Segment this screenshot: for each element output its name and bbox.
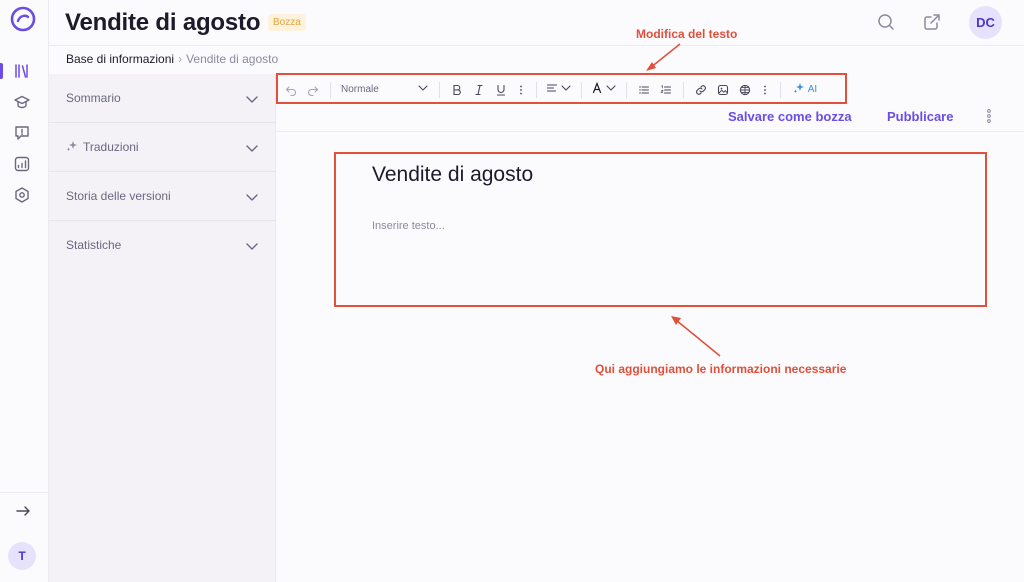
rail-active-indicator [0,63,3,79]
sidebar-item-sommario[interactable]: Sommario [49,74,276,123]
sidebar-item-traduzioni[interactable]: Traduzioni [49,123,276,172]
app-logo-icon[interactable] [10,6,36,32]
settings-hexagon-icon[interactable] [13,186,31,204]
chevron-down-icon [245,190,259,204]
graduation-cap-icon[interactable] [13,93,31,111]
chevron-down-icon [245,239,259,253]
page-title: Vendite di agosto [65,9,261,36]
sidebar-item-label: Traduzioni [83,140,139,154]
analytics-icon[interactable] [13,155,31,173]
toolbar-divider-line [276,131,1024,132]
toolbar-annotation-label: Modifica del testo [636,27,738,41]
publish-button[interactable]: Pubblicare [887,109,953,124]
profile-avatar[interactable]: DC [969,6,1002,39]
editor-highlight-box [334,152,987,307]
rail-divider [0,492,49,493]
chevron-down-icon [245,141,259,155]
search-icon[interactable] [876,12,896,32]
sidebar-item-statistiche[interactable]: Statistiche [49,221,276,270]
external-link-icon[interactable] [922,12,942,32]
expand-arrow-icon[interactable] [14,502,32,520]
message-alert-icon[interactable] [13,124,31,142]
user-avatar[interactable]: T [8,542,36,570]
breadcrumb: Base di informazioni › Vendite di agosto [66,52,278,66]
save-draft-button[interactable]: Salvare come bozza [728,109,852,124]
sidebar-item-label: Sommario [66,91,121,105]
icon-rail: T [0,0,49,582]
side-panel: Sommario Traduzioni Storia delle version… [49,74,276,582]
editor-annotation-arrow [671,316,721,357]
editor-annotation-label: Qui aggiungiamo le informazioni necessar… [595,362,847,376]
breadcrumb-current: Vendite di agosto [186,52,279,66]
sidebar-item-label: Storia delle versioni [66,189,171,203]
sparkle-icon [66,139,78,151]
more-vertical-icon[interactable] [984,108,994,124]
library-icon[interactable] [13,62,31,80]
toolbar-annotation-arrow [646,43,681,71]
toolbar-highlight-box [276,73,847,104]
status-badge: Bozza [268,14,306,31]
breadcrumb-root-link[interactable]: Base di informazioni [66,52,174,66]
breadcrumb-separator-icon: › [178,52,183,66]
chevron-down-icon [245,92,259,106]
page-header: Vendite di agosto Bozza DC [49,0,1024,46]
sidebar-item-label: Statistiche [66,238,122,252]
sidebar-item-storia-versioni[interactable]: Storia delle versioni [49,172,276,221]
